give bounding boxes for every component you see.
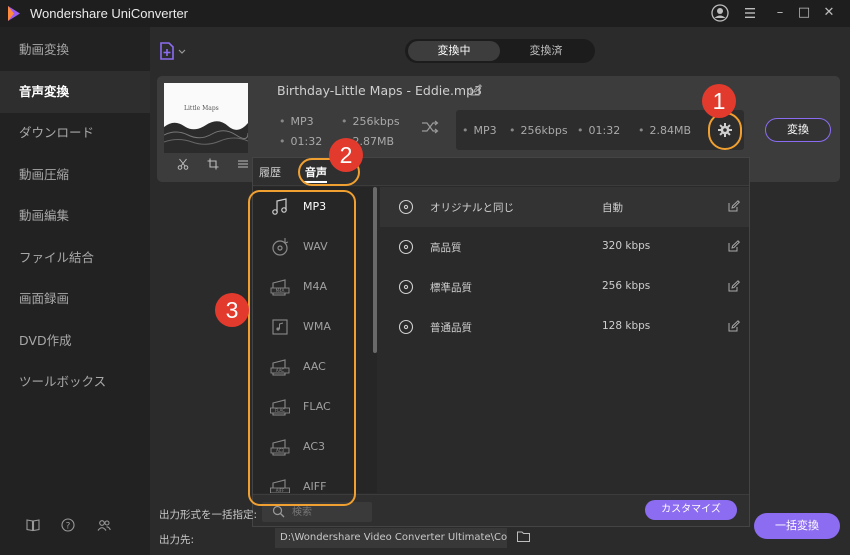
source-format-value: MP3 (290, 115, 314, 128)
sidebar: 動画変換 音声変換 ダウンロード 動画圧縮 動画編集 ファイル結合 画面録画 D… (0, 27, 150, 555)
thumbnail-art (164, 83, 248, 153)
hamburger-menu-icon[interactable] (740, 4, 760, 22)
annotation-ring-format-list (248, 190, 356, 506)
annotation-ring-gear (708, 112, 742, 150)
target-format-value: MP3 (473, 124, 497, 137)
account-icon[interactable] (710, 4, 730, 22)
sidebar-item-video-convert[interactable]: 動画変換 (0, 29, 150, 71)
folder-icon[interactable] (517, 531, 530, 542)
sidebar-item-screen-record[interactable]: 画面録画 (0, 278, 150, 320)
sidebar-item-edit[interactable]: 動画編集 (0, 195, 150, 237)
sidebar-item-toolbox[interactable]: ツールボックス (0, 361, 150, 403)
quality-item-standard[interactable]: 標準品質 256 kbps (380, 267, 749, 307)
sidebar-item-download[interactable]: ダウンロード (0, 112, 150, 154)
customize-button[interactable]: カスタマイズ (645, 500, 737, 520)
quality-name: 標準品質 (430, 282, 472, 294)
users-icon[interactable] (97, 518, 111, 532)
quality-name: 高品質 (430, 242, 462, 254)
convert-all-button[interactable]: 一括変換 (754, 513, 840, 539)
output-dir-label: 出力先: (159, 534, 195, 546)
quality-item-normal[interactable]: 普通品質 128 kbps (380, 307, 749, 347)
source-bitrate: • 256kbps (341, 115, 400, 128)
source-bitrate-value: 256kbps (352, 115, 400, 128)
quality-rate: 320 kbps (602, 240, 651, 252)
edit-icon[interactable] (728, 280, 740, 292)
quality-disc-icon (398, 319, 414, 335)
annotation-badge-1: 1 (702, 84, 736, 118)
quality-rate: 自動 (602, 202, 623, 214)
sidebar-item-audio-convert[interactable]: 音声変換 (0, 71, 150, 113)
target-bitrate-value: 256kbps (520, 124, 568, 137)
quality-name: オリジナルと同じ (430, 202, 514, 214)
convert-button[interactable]: 変換 (765, 118, 831, 142)
thumbnail-caption: Little Maps (184, 105, 219, 112)
maximize-button[interactable]: □ (794, 4, 814, 22)
sidebar-item-merge[interactable]: ファイル結合 (0, 237, 150, 279)
tab-converting[interactable]: 変換中 (408, 41, 500, 61)
sidebar-item-dvd[interactable]: DVD作成 (0, 320, 150, 362)
app-logo-icon (8, 6, 20, 21)
annotation-badge-2: 2 (329, 138, 363, 172)
close-button[interactable]: ✕ (819, 4, 839, 22)
title-bar: Wondershare UniConverter – □ ✕ (0, 0, 850, 27)
book-icon[interactable] (26, 518, 40, 532)
svg-text:?: ? (66, 522, 71, 532)
target-format: • MP3 (462, 124, 497, 137)
search-icon (272, 505, 285, 518)
source-format: • MP3 (279, 115, 314, 128)
edit-icon[interactable] (728, 320, 740, 332)
source-duration-value: 01:32 (290, 135, 323, 148)
help-icon[interactable]: ? (61, 518, 75, 532)
minimize-button[interactable]: – (770, 4, 790, 22)
edit-icon[interactable] (728, 200, 740, 212)
annotation-badge-3: 3 (215, 293, 249, 327)
target-size-value: 2.84MB (649, 124, 692, 137)
target-bitrate: • 256kbps (509, 124, 568, 137)
quality-item-high[interactable]: 高品質 320 kbps (380, 227, 749, 267)
edit-name-icon[interactable] (470, 84, 482, 96)
quality-rate: 128 kbps (602, 320, 651, 332)
crop-icon[interactable] (207, 158, 219, 170)
quality-rate: 256 kbps (602, 280, 651, 292)
quality-disc-icon (398, 199, 414, 215)
output-format-label: 出力形式を一括指定: (159, 509, 258, 521)
target-duration: • 01:32 (577, 124, 621, 137)
source-duration: • 01:32 (279, 135, 323, 148)
quality-name: 普通品質 (430, 322, 472, 334)
status-tabs: 変換中 変換済 (405, 39, 595, 63)
format-list-scrollbar[interactable] (373, 187, 377, 353)
tab-history[interactable]: 履歴 (259, 164, 281, 180)
tab-converted[interactable]: 変換済 (500, 41, 592, 61)
quality-disc-icon (398, 279, 414, 295)
quality-item-original[interactable]: オリジナルと同じ 自動 (380, 187, 749, 227)
target-size: • 2.84MB (638, 124, 692, 137)
target-duration-value: 01:32 (588, 124, 621, 137)
add-file-icon[interactable] (158, 40, 188, 62)
convert-arrow-icon (422, 120, 439, 134)
edit-icon[interactable] (728, 240, 740, 252)
app-title: Wondershare UniConverter (30, 6, 188, 21)
sidebar-item-compress[interactable]: 動画圧縮 (0, 154, 150, 196)
effects-icon[interactable] (237, 158, 249, 170)
scissors-icon[interactable] (177, 158, 189, 170)
file-thumbnail[interactable]: Little Maps (164, 83, 248, 153)
quality-disc-icon (398, 239, 414, 255)
output-path-select[interactable]: D:\Wondershare Video Converter Ultimate\… (275, 528, 507, 548)
file-name: Birthday-Little Maps - Eddie.mp3 (277, 83, 482, 98)
